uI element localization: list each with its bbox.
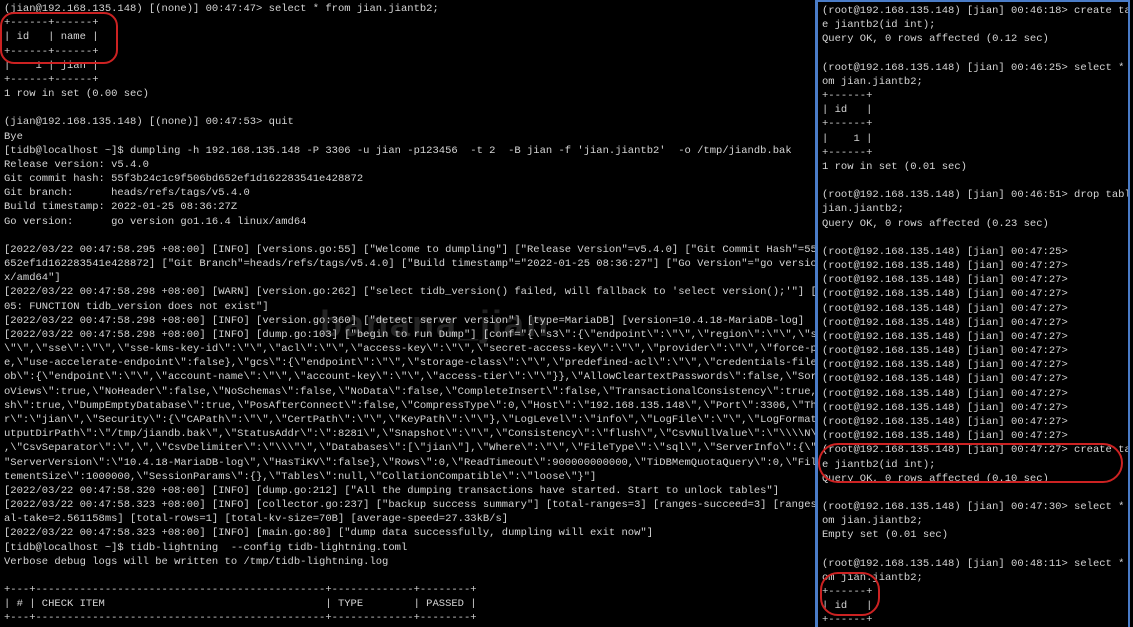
left-terminal-line: Verbose debug logs will be written to /t… xyxy=(4,555,811,569)
left-terminal-line: Release version: v5.4.0 xyxy=(4,158,811,172)
right-terminal-line: om jian.jiantb2; xyxy=(822,571,1124,585)
right-terminal-line: | id | xyxy=(822,599,1124,613)
left-terminal-line: sh\":true,\"DumpEmptyDatabase\":true,\"P… xyxy=(4,399,811,413)
left-terminal-line: | 1 | jian | xyxy=(4,59,811,73)
right-terminal-line: | 1 | xyxy=(822,132,1124,146)
left-terminal-line: [tidb@localhost ~]$ dumpling -h 192.168.… xyxy=(4,144,811,158)
left-terminal-line: oViews\":true,\"NoHeader\":false,\"NoSch… xyxy=(4,385,811,399)
right-terminal-line: (root@192.168.135.148) [jian] 00:46:51> … xyxy=(822,188,1124,202)
left-terminal-line: [2022/03/22 00:47:58.320 +08:00] [INFO] … xyxy=(4,484,811,498)
terminal-output-left: (jian@192.168.135.148) [(none)] 00:47:47… xyxy=(4,2,811,627)
left-terminal-line xyxy=(4,101,811,115)
right-terminal-line: (root@192.168.135.148) [jian] 00:47:27> xyxy=(822,387,1124,401)
left-terminal-line: ob\":{\"endpoint\":\"\",\"account-name\"… xyxy=(4,370,811,384)
left-terminal-line: Bye xyxy=(4,130,811,144)
left-terminal-line: tementSize\":1000000,\"SessionParams\":{… xyxy=(4,470,811,484)
left-terminal-line: \"\",\"sse\":\"\",\"sse-kms-key-id\":\"\… xyxy=(4,342,811,356)
right-terminal-line: | id | xyxy=(822,103,1124,117)
right-terminal-line xyxy=(822,174,1124,188)
right-terminal-line xyxy=(822,231,1124,245)
terminal-pane-right[interactable]: (root@192.168.135.148) [jian] 00:46:18> … xyxy=(818,0,1130,627)
left-terminal-line: [2022/03/22 00:47:58.323 +08:00] [INFO] … xyxy=(4,526,811,540)
left-terminal-line: [2022/03/22 00:47:58.298 +08:00] [WARN] … xyxy=(4,285,811,299)
left-terminal-line: Git commit hash: 55f3b24c1c9f506bd652ef1… xyxy=(4,172,811,186)
left-terminal-line: | # | CHECK ITEM | TYPE | PASSED | xyxy=(4,597,811,611)
right-terminal-line: Query OK, 0 rows affected (0.12 sec) xyxy=(822,32,1124,46)
left-terminal-line: Git branch: heads/refs/tags/v5.4.0 xyxy=(4,186,811,200)
left-terminal-line: al-take=2.561158ms] [total-rows=1] [tota… xyxy=(4,512,811,526)
terminal-output-right: (root@192.168.135.148) [jian] 00:46:18> … xyxy=(822,4,1124,627)
right-terminal-line: (root@192.168.135.148) [jian] 00:47:27> xyxy=(822,302,1124,316)
left-terminal-line: [2022/03/22 00:47:58.323 +08:00] [INFO] … xyxy=(4,498,811,512)
right-terminal-line: (root@192.168.135.148) [jian] 00:47:27> … xyxy=(822,443,1124,457)
right-terminal-line: om jian.jiantb2; xyxy=(822,514,1124,528)
right-terminal-line: Query OK, 0 rows affected (0.23 sec) xyxy=(822,217,1124,231)
left-terminal-line: 652ef1d162283541e428872] ["Git Branch"=h… xyxy=(4,257,811,271)
left-terminal-line: utputDirPath\":\"/tmp/jiandb.bak\",\"Sta… xyxy=(4,427,811,441)
left-terminal-line: Go version: go version go1.16.4 linux/am… xyxy=(4,215,811,229)
right-terminal-line: Query OK, 0 rows affected (0.10 sec) xyxy=(822,472,1124,486)
left-terminal-line: [2022/03/22 00:47:58.295 +08:00] [INFO] … xyxy=(4,243,811,257)
right-terminal-line: e jiantb2(id int); xyxy=(822,18,1124,32)
right-terminal-line: Empty set (0.01 sec) xyxy=(822,528,1124,542)
left-terminal-line: (jian@192.168.135.148) [(none)] 00:47:47… xyxy=(4,2,811,16)
left-terminal-line xyxy=(4,229,811,243)
right-terminal-line: (root@192.168.135.148) [jian] 00:47:27> xyxy=(822,358,1124,372)
right-terminal-line: +------+ xyxy=(822,117,1124,131)
right-terminal-line: (root@192.168.135.148) [jian] 00:47:27> xyxy=(822,287,1124,301)
right-terminal-line: (root@192.168.135.148) [jian] 00:48:11> … xyxy=(822,557,1124,571)
left-terminal-line: e,\"use-accelerate-endpoint\":false},\"g… xyxy=(4,356,811,370)
left-terminal-line: r\":\"jian\",\"Security\":{\"CAPath\":\"… xyxy=(4,413,811,427)
terminal-pane-left[interactable]: (jian@192.168.135.148) [(none)] 00:47:47… xyxy=(0,0,818,627)
left-terminal-line: x/amd64"] xyxy=(4,271,811,285)
right-terminal-line: om jian.jiantb2; xyxy=(822,75,1124,89)
right-terminal-line: (root@192.168.135.148) [jian] 00:47:25> xyxy=(822,245,1124,259)
right-terminal-line: (root@192.168.135.148) [jian] 00:47:27> xyxy=(822,273,1124,287)
right-terminal-line: (root@192.168.135.148) [jian] 00:47:27> xyxy=(822,344,1124,358)
right-terminal-line: (root@192.168.135.148) [jian] 00:47:27> xyxy=(822,330,1124,344)
left-terminal-line: 05: FUNCTION tidb_version does not exist… xyxy=(4,300,811,314)
right-terminal-line: e jiantb2(id int); xyxy=(822,458,1124,472)
right-terminal-line: 1 row in set (0.01 sec) xyxy=(822,160,1124,174)
right-terminal-line xyxy=(822,486,1124,500)
left-terminal-line: | id | name | xyxy=(4,30,811,44)
left-terminal-line: +------+------+ xyxy=(4,16,811,30)
left-terminal-line: +------+------+ xyxy=(4,45,811,59)
left-terminal-line: [2022/03/22 00:47:58.298 +08:00] [INFO] … xyxy=(4,328,811,342)
left-terminal-line: (jian@192.168.135.148) [(none)] 00:47:53… xyxy=(4,115,811,129)
right-terminal-line xyxy=(822,47,1124,61)
left-terminal-line: +---+-----------------------------------… xyxy=(4,611,811,625)
left-terminal-line: ,\"CsvSeparator\":\",\",\"CsvDelimiter\"… xyxy=(4,441,811,455)
right-terminal-line: +------+ xyxy=(822,146,1124,160)
right-terminal-line: (root@192.168.135.148) [jian] 00:46:25> … xyxy=(822,61,1124,75)
right-terminal-line: (root@192.168.135.148) [jian] 00:47:27> xyxy=(822,401,1124,415)
right-terminal-line: (root@192.168.135.148) [jian] 00:47:27> xyxy=(822,316,1124,330)
left-terminal-line: "ServerVersion\":\"10.4.18-MariaDB-log\"… xyxy=(4,456,811,470)
left-terminal-line xyxy=(4,569,811,583)
right-terminal-line: (root@192.168.135.148) [jian] 00:47:27> xyxy=(822,372,1124,386)
right-terminal-line: +------+ xyxy=(822,89,1124,103)
right-terminal-line: (root@192.168.135.148) [jian] 00:47:27> xyxy=(822,259,1124,273)
right-terminal-line: (root@192.168.135.148) [jian] 00:47:27> xyxy=(822,429,1124,443)
right-terminal-line: +------+ xyxy=(822,585,1124,599)
left-terminal-line: +------+------+ xyxy=(4,73,811,87)
left-terminal-line: [tidb@localhost ~]$ tidb-lightning --con… xyxy=(4,541,811,555)
left-terminal-line: 1 row in set (0.00 sec) xyxy=(4,87,811,101)
right-terminal-line: (root@192.168.135.148) [jian] 00:47:30> … xyxy=(822,500,1124,514)
right-terminal-line: (root@192.168.135.148) [jian] 00:47:27> xyxy=(822,415,1124,429)
left-terminal-line: +---+-----------------------------------… xyxy=(4,583,811,597)
left-terminal-line: Build timestamp: 2022-01-25 08:36:27Z xyxy=(4,200,811,214)
left-terminal-line: [2022/03/22 00:47:58.298 +08:00] [INFO] … xyxy=(4,314,811,328)
right-terminal-line: jian.jiantb2; xyxy=(822,202,1124,216)
right-terminal-line xyxy=(822,543,1124,557)
right-terminal-line: (root@192.168.135.148) [jian] 00:46:18> … xyxy=(822,4,1124,18)
right-terminal-line: +------+ xyxy=(822,613,1124,627)
